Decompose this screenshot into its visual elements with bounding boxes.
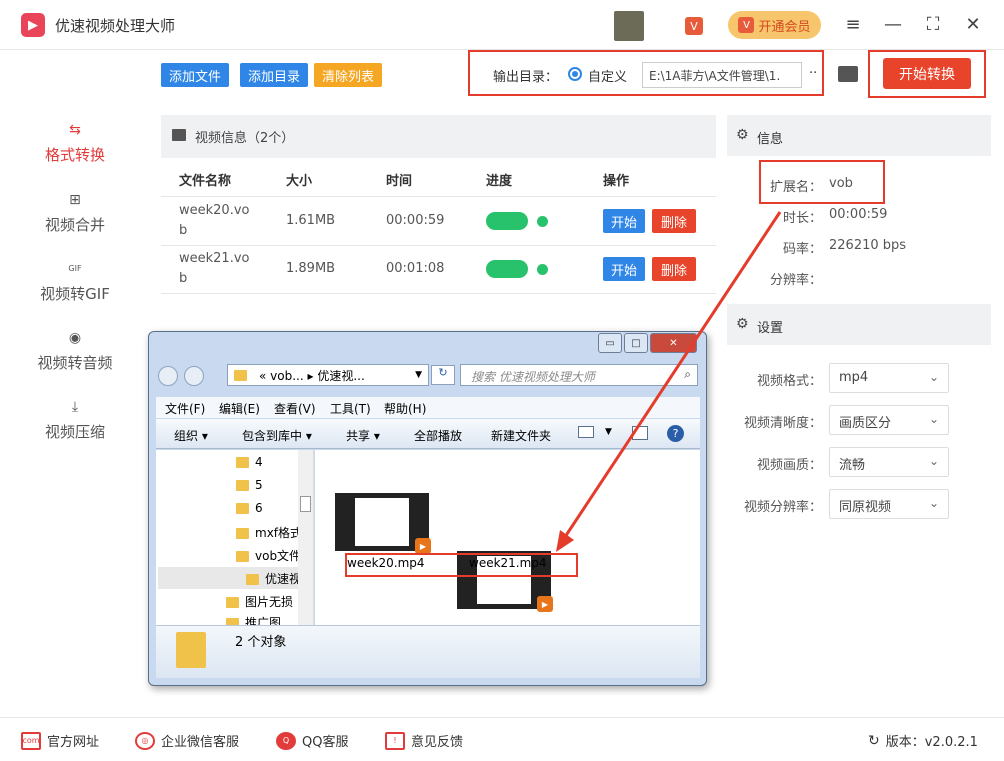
wechat-icon: ◎ bbox=[135, 731, 155, 750]
refresh-icon: ↻ bbox=[868, 732, 880, 749]
feedback-link[interactable]: ! 意见反馈 bbox=[385, 731, 463, 750]
wechat-link[interactable]: ◎ 企业微信客服 bbox=[135, 731, 239, 750]
qq-link[interactable]: Q QQ客服 bbox=[276, 731, 348, 750]
website-link[interactable]: com 官方网址 bbox=[21, 731, 99, 750]
qq-icon: Q bbox=[276, 731, 296, 750]
feedback-icon: ! bbox=[385, 731, 405, 750]
version-label: ↻ 版本：v2.0.2.1 bbox=[868, 732, 978, 751]
website-icon: com bbox=[21, 731, 41, 750]
annotation-arrow bbox=[556, 211, 782, 552]
